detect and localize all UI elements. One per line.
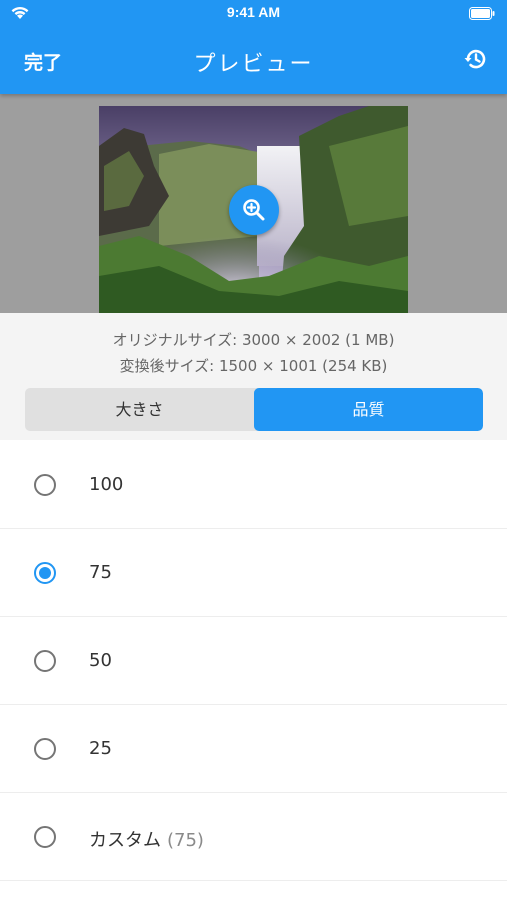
battery-icon <box>469 7 495 20</box>
option-row-75[interactable]: 75 <box>0 529 507 617</box>
tab-size[interactable]: 大きさ <box>25 388 254 431</box>
radio-button[interactable] <box>34 738 56 760</box>
radio-button[interactable] <box>34 826 56 848</box>
option-label: 100 <box>89 474 124 495</box>
zoom-button[interactable] <box>229 185 279 235</box>
radio-button[interactable] <box>34 650 56 672</box>
image-preview-area <box>0 94 507 313</box>
navigation-bar: 完了 プレビュー <box>0 30 507 90</box>
history-icon[interactable] <box>463 46 489 72</box>
converted-size-text: 変換後サイズ: 1500 × 1001 (254 KB) <box>119 357 388 375</box>
option-row-50[interactable]: 50 <box>0 617 507 705</box>
status-bar: 9:41 AM <box>0 0 507 28</box>
option-label: 50 <box>89 650 112 671</box>
app-header: 9:41 AM 完了 プレビュー <box>0 0 507 94</box>
status-time: 9:41 AM <box>226 4 281 20</box>
option-row-100[interactable]: 100 <box>0 441 507 529</box>
option-row-custom[interactable]: カスタム (75) <box>0 793 507 881</box>
option-label: 75 <box>89 562 112 583</box>
mode-segmented-control: 大きさ 品質 <box>25 388 483 431</box>
page-title: プレビュー <box>193 52 314 77</box>
option-label-custom: カスタム (75) <box>89 826 204 852</box>
tab-quality[interactable]: 品質 <box>254 388 483 431</box>
option-label: 25 <box>89 738 112 759</box>
size-info-panel: オリジナルサイズ: 3000 × 2002 (1 MB) 変換後サイズ: 150… <box>0 313 507 440</box>
radio-button-selected[interactable] <box>34 562 56 584</box>
radio-button[interactable] <box>34 474 56 496</box>
original-size-text: オリジナルサイズ: 3000 × 2002 (1 MB) <box>112 331 395 349</box>
custom-value: (75) <box>167 830 204 851</box>
zoom-in-icon <box>243 199 265 221</box>
quality-options-list: 100 75 50 25 カスタム (75) <box>0 441 507 881</box>
option-label-text: カスタム <box>89 830 161 851</box>
option-row-25[interactable]: 25 <box>0 705 507 793</box>
